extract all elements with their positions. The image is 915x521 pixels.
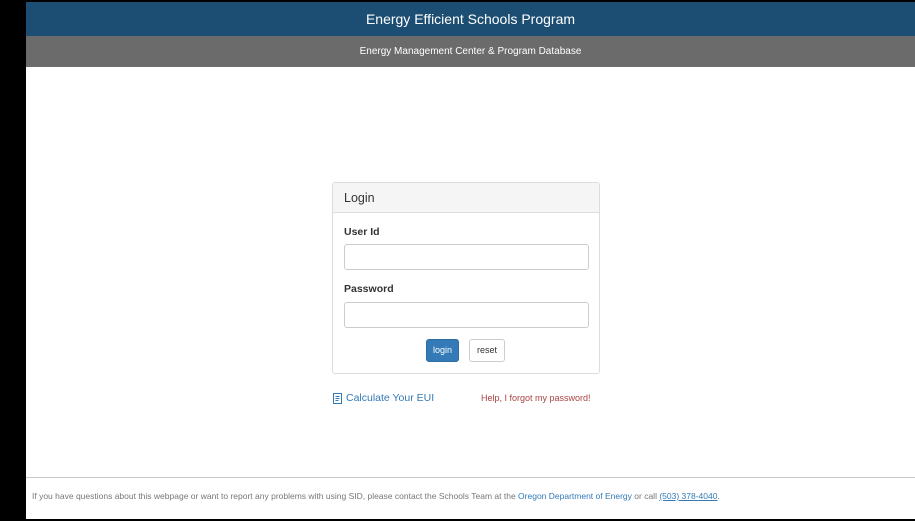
footer-text-middle: or call <box>631 491 660 501</box>
password-label: Password <box>344 283 394 295</box>
footer-contact: If you have questions about this webpage… <box>32 491 720 501</box>
footer-divider <box>26 477 915 478</box>
calculate-eui-label: Calculate Your EUI <box>346 392 435 404</box>
login-button[interactable]: login <box>426 339 459 362</box>
site-subtitle-banner: Energy Management Center & Program Datab… <box>26 36 915 67</box>
user-id-input[interactable] <box>344 244 589 270</box>
page-frame: Energy Efficient Schools Program Energy … <box>26 2 915 519</box>
login-panel: Login User Id Password login reset <box>332 182 600 374</box>
oregon-doe-link[interactable]: Oregon Department of Energy <box>518 491 632 501</box>
site-subtitle: Energy Management Center & Program Datab… <box>359 46 582 57</box>
user-id-label: User Id <box>344 226 380 238</box>
document-icon <box>333 392 342 404</box>
password-input[interactable] <box>344 302 589 328</box>
phone-link[interactable]: (503) 378-4040 <box>659 491 717 501</box>
forgot-password-link[interactable]: Help, I forgot my password! <box>481 393 591 403</box>
site-title-banner: Energy Efficient Schools Program <box>26 2 915 36</box>
login-panel-heading: Login <box>333 183 599 213</box>
site-title: Energy Efficient Schools Program <box>365 11 576 27</box>
calculate-eui-link[interactable]: Calculate Your EUI <box>332 392 434 404</box>
reset-button[interactable]: reset <box>469 339 505 362</box>
footer-text-after: . <box>717 491 720 501</box>
footer-text-before: If you have questions about this webpage… <box>32 491 519 501</box>
